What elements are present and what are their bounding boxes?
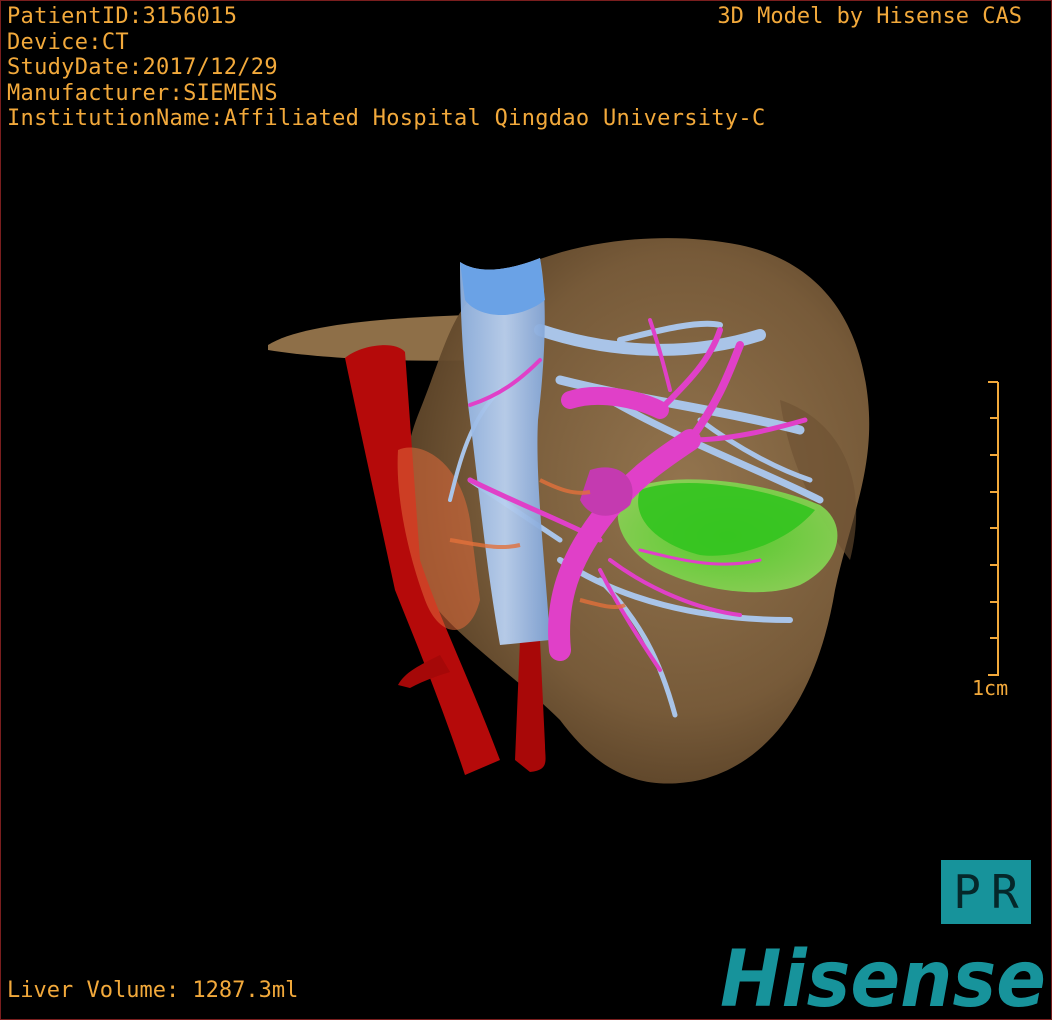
view-toggle-p: P (953, 865, 981, 919)
scale-label: 1cm (972, 676, 1009, 700)
view-toggle-r: R (991, 865, 1019, 919)
logo-text: Hisense (720, 938, 1046, 1014)
manufacturer: Manufacturer:SIEMENS (7, 80, 278, 106)
hisense-logo: Hisense (720, 938, 1046, 1014)
dicom-info-panel: PatientID:3156015 Device:CT StudyDate:20… (7, 4, 766, 132)
patient-id: PatientID:3156015 (7, 4, 238, 29)
institution-name: InstitutionName:Affiliated Hospital Qing… (7, 106, 766, 131)
ivc-top-blue (460, 258, 545, 315)
view-toggle-pr-button[interactable]: P R (941, 860, 1031, 924)
model-caption: 3D Model by Hisense CAS (717, 4, 1022, 29)
device: Device:CT (7, 29, 129, 55)
render-viewport[interactable] (0, 0, 1052, 1020)
scale-bar (988, 381, 999, 676)
study-date: StudyDate:2017/12/29 (7, 55, 278, 80)
liver-volume: Liver Volume: 1287.3ml (7, 978, 299, 1003)
